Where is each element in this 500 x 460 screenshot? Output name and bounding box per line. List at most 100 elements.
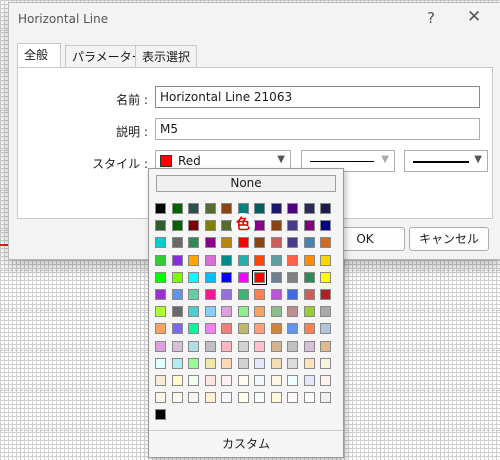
color-swatch[interactable] xyxy=(221,289,232,300)
color-swatch[interactable] xyxy=(237,271,249,283)
name-field[interactable]: Horizontal Line 21063 xyxy=(155,86,480,108)
color-swatch[interactable] xyxy=(237,237,249,249)
color-swatch[interactable] xyxy=(303,375,315,386)
color-swatch[interactable] xyxy=(188,323,199,335)
color-swatch[interactable] xyxy=(287,237,298,249)
color-swatch[interactable] xyxy=(270,306,282,318)
color-swatch[interactable] xyxy=(303,203,315,214)
color-swatch[interactable] xyxy=(237,323,249,335)
color-swatch[interactable] xyxy=(303,271,315,283)
close-icon[interactable]: ✕ xyxy=(467,7,481,27)
color-swatch[interactable] xyxy=(320,289,331,300)
color-swatch[interactable] xyxy=(221,254,232,266)
color-swatch[interactable] xyxy=(287,375,298,386)
color-swatch[interactable] xyxy=(155,392,166,404)
color-swatch[interactable] xyxy=(204,323,216,335)
color-swatch[interactable] xyxy=(303,392,315,404)
color-swatch[interactable] xyxy=(287,340,298,352)
color-swatch[interactable] xyxy=(270,203,282,214)
color-swatch[interactable] xyxy=(155,409,166,421)
color-swatch[interactable] xyxy=(254,237,265,249)
color-swatch[interactable] xyxy=(204,392,216,404)
cancel-button[interactable]: キャンセル xyxy=(409,227,489,251)
color-swatch[interactable] xyxy=(204,220,216,232)
color-swatch[interactable] xyxy=(188,375,199,386)
color-swatch[interactable] xyxy=(155,254,166,266)
color-swatch[interactable] xyxy=(221,357,232,369)
help-icon[interactable]: ? xyxy=(427,9,435,27)
color-swatch[interactable] xyxy=(303,220,315,232)
color-swatch[interactable] xyxy=(204,271,216,283)
tab-visibility[interactable]: 表示選択 xyxy=(135,45,198,68)
color-swatch[interactable] xyxy=(287,254,298,266)
color-swatch[interactable] xyxy=(303,254,315,266)
color-swatch[interactable] xyxy=(204,237,216,249)
color-swatch[interactable] xyxy=(204,340,216,352)
color-swatch[interactable] xyxy=(221,203,232,214)
color-swatch[interactable] xyxy=(303,289,315,300)
color-swatch[interactable] xyxy=(254,306,265,318)
color-swatch[interactable] xyxy=(254,375,265,386)
color-swatch[interactable] xyxy=(171,237,183,249)
color-swatch[interactable] xyxy=(204,254,216,266)
color-swatch[interactable] xyxy=(320,323,331,335)
color-swatch[interactable] xyxy=(320,392,331,404)
description-field[interactable]: M5 xyxy=(155,118,480,140)
color-swatch[interactable] xyxy=(188,392,199,404)
color-swatch[interactable] xyxy=(155,237,166,249)
color-swatch[interactable] xyxy=(303,323,315,335)
color-swatch[interactable] xyxy=(171,306,183,318)
color-swatch[interactable] xyxy=(171,289,183,300)
color-swatch[interactable] xyxy=(287,357,298,369)
color-swatch[interactable] xyxy=(287,220,298,232)
color-swatch[interactable] xyxy=(287,306,298,318)
color-swatch[interactable] xyxy=(188,203,199,214)
color-swatch[interactable] xyxy=(237,392,249,404)
color-swatch[interactable] xyxy=(320,306,331,318)
color-swatch[interactable] xyxy=(237,357,249,369)
color-swatch[interactable] xyxy=(221,375,232,386)
color-swatch[interactable] xyxy=(155,340,166,352)
color-swatch[interactable] xyxy=(303,306,315,318)
line-width-select[interactable]: ▼ xyxy=(404,150,488,172)
color-swatch[interactable] xyxy=(188,306,199,318)
color-swatch[interactable] xyxy=(188,237,199,249)
color-swatch[interactable] xyxy=(270,340,282,352)
custom-color-button[interactable]: カスタム xyxy=(149,435,343,452)
color-swatch[interactable] xyxy=(204,203,216,214)
color-swatch[interactable] xyxy=(171,271,183,283)
color-swatch[interactable] xyxy=(155,306,166,318)
color-swatch[interactable] xyxy=(221,340,232,352)
color-swatch[interactable] xyxy=(270,357,282,369)
color-swatch[interactable] xyxy=(221,271,232,283)
color-swatch[interactable] xyxy=(155,289,166,300)
none-color-button[interactable]: None xyxy=(156,175,336,192)
color-swatch[interactable] xyxy=(188,254,199,266)
color-swatch[interactable] xyxy=(303,340,315,352)
color-swatch[interactable] xyxy=(221,237,232,249)
color-swatch[interactable] xyxy=(237,375,249,386)
color-swatch[interactable] xyxy=(237,340,249,352)
color-swatch[interactable] xyxy=(221,306,232,318)
color-swatch[interactable] xyxy=(287,203,298,214)
color-swatch[interactable] xyxy=(188,271,199,283)
color-swatch[interactable] xyxy=(188,289,199,300)
color-swatch[interactable] xyxy=(188,220,199,232)
color-swatch[interactable] xyxy=(237,306,249,318)
color-swatch[interactable] xyxy=(204,375,216,386)
color-swatch[interactable] xyxy=(287,392,298,404)
color-swatch[interactable] xyxy=(254,323,265,335)
color-swatch[interactable] xyxy=(320,375,331,386)
color-swatch[interactable] xyxy=(237,254,249,266)
color-swatch[interactable] xyxy=(270,254,282,266)
color-swatch[interactable] xyxy=(287,289,298,300)
color-swatch[interactable] xyxy=(320,254,331,266)
color-swatch[interactable] xyxy=(188,340,199,352)
color-swatch[interactable] xyxy=(171,220,183,232)
color-swatch[interactable] xyxy=(171,323,183,335)
color-swatch[interactable] xyxy=(254,357,265,369)
color-swatch[interactable] xyxy=(287,271,298,283)
color-swatch[interactable] xyxy=(254,220,265,232)
color-swatch[interactable] xyxy=(270,220,282,232)
color-swatch[interactable] xyxy=(270,237,282,249)
